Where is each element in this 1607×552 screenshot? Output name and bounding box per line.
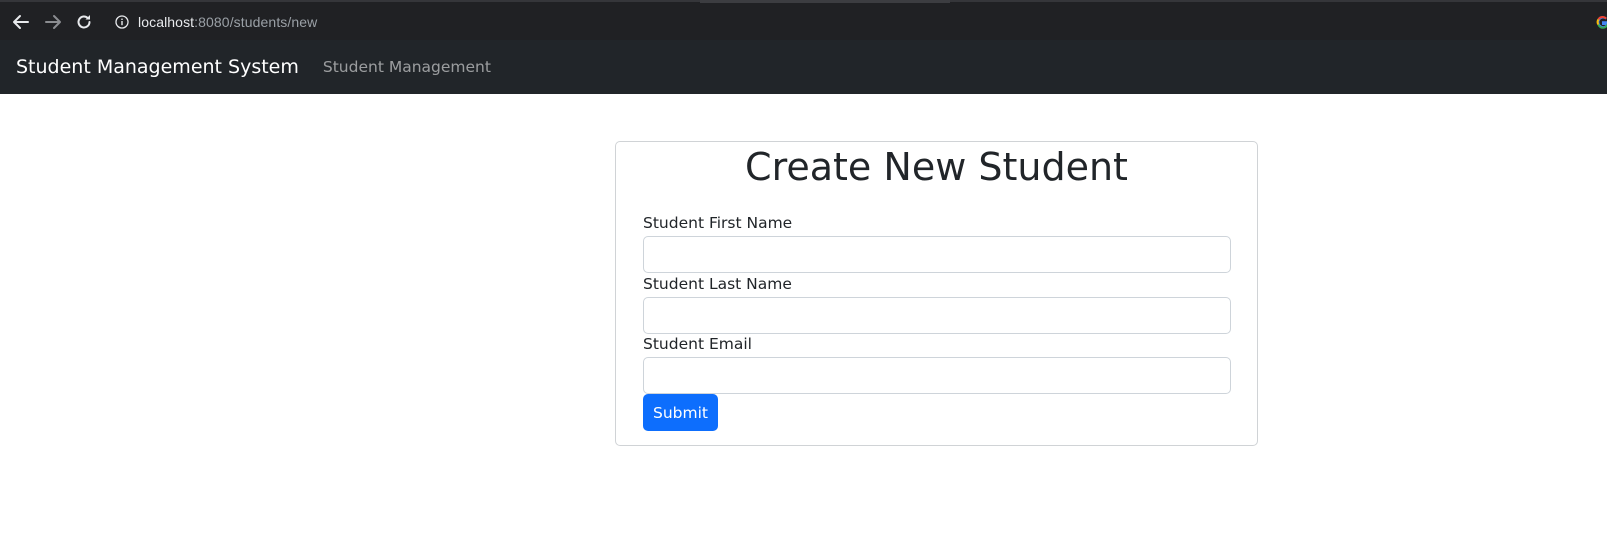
app-navbar: Student Management System Student Manage… bbox=[0, 40, 1607, 94]
first-name-field[interactable] bbox=[643, 236, 1231, 273]
first-name-label: Student First Name bbox=[643, 214, 793, 232]
google-icon[interactable] bbox=[1595, 14, 1607, 30]
last-name-field[interactable] bbox=[643, 297, 1231, 334]
reload-button[interactable] bbox=[72, 10, 96, 34]
page-title: Create New Student bbox=[745, 145, 1128, 189]
info-icon[interactable] bbox=[114, 14, 130, 30]
back-button[interactable] bbox=[9, 10, 33, 34]
forward-button[interactable] bbox=[41, 10, 65, 34]
url-text: localhost:8080/students/new bbox=[138, 14, 317, 30]
reload-icon bbox=[75, 13, 93, 31]
last-name-label: Student Last Name bbox=[643, 275, 792, 293]
address-bar[interactable]: localhost:8080/students/new bbox=[106, 7, 1606, 37]
create-student-card: Create New Student Student First Name St… bbox=[615, 141, 1258, 446]
nav-link-student-management[interactable]: Student Management bbox=[323, 58, 491, 76]
arrow-right-icon bbox=[44, 13, 62, 31]
navbar-brand[interactable]: Student Management System bbox=[16, 56, 299, 78]
email-label: Student Email bbox=[643, 335, 752, 353]
email-field[interactable] bbox=[643, 357, 1231, 394]
url-path: :8080/students/new bbox=[194, 14, 318, 30]
submit-button[interactable]: Submit bbox=[643, 394, 718, 431]
arrow-left-icon bbox=[12, 13, 30, 31]
browser-toolbar: localhost:8080/students/new bbox=[0, 0, 1607, 40]
tab-indicator bbox=[700, 0, 950, 3]
url-host: localhost bbox=[138, 14, 195, 30]
